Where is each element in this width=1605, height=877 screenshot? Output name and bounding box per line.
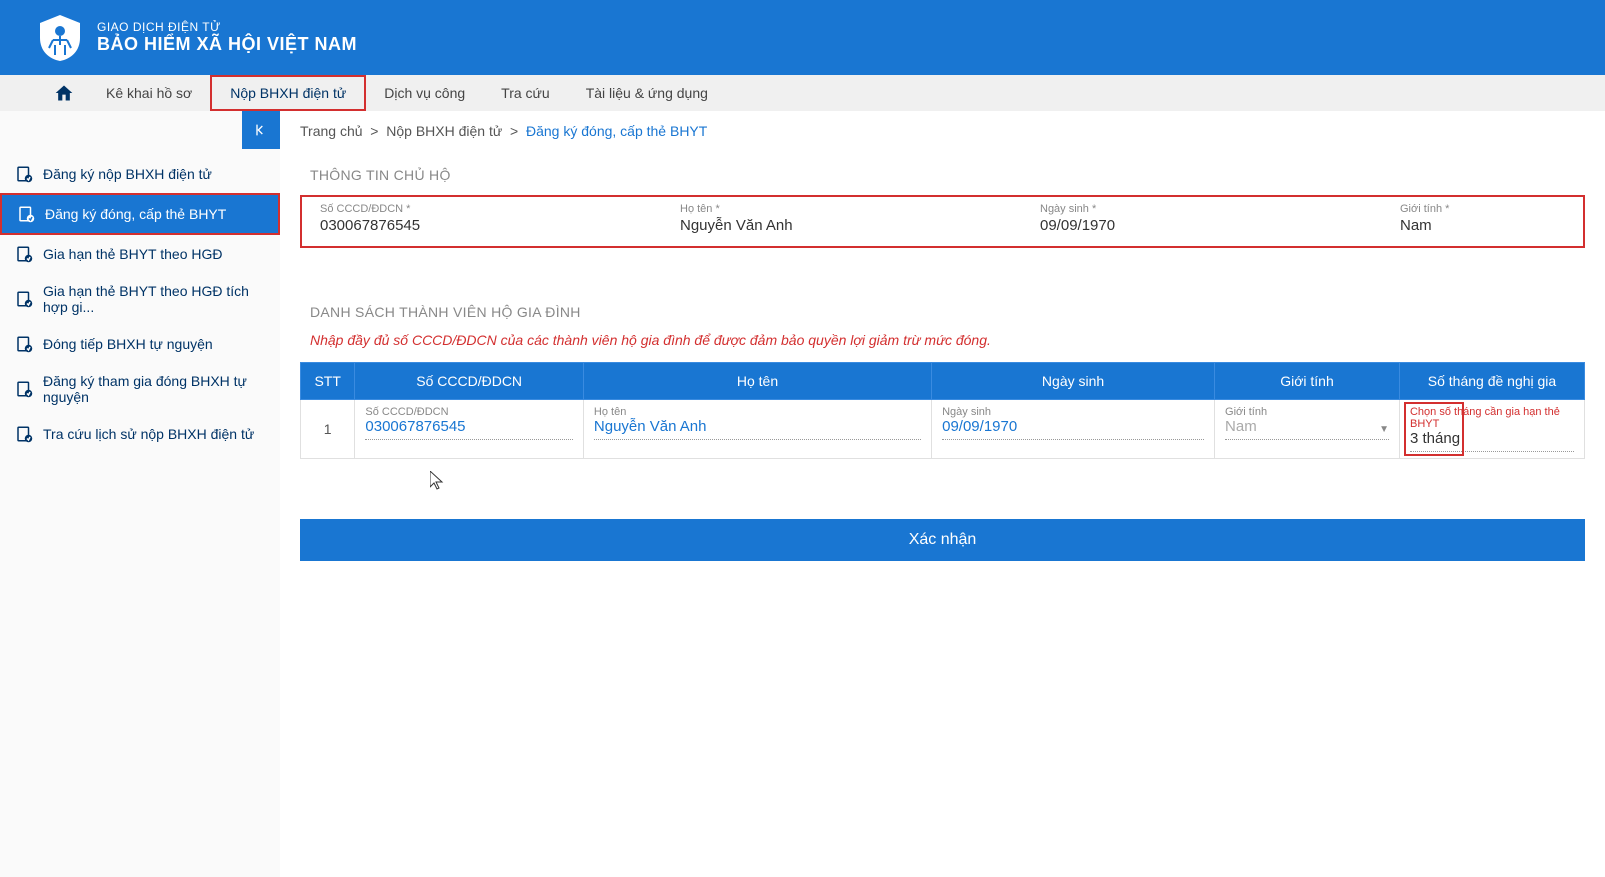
dob-input[interactable]: 09/09/1970 (942, 418, 1204, 440)
owner-cccd-value: 030067876545 (320, 217, 664, 234)
th-gender: Giới tính (1215, 363, 1400, 400)
members-section-title: DANH SÁCH THÀNH VIÊN HỘ GIA ĐÌNH (280, 288, 1605, 332)
chevron-down-icon: ▼ (1379, 424, 1389, 435)
nav-nop-bhxh[interactable]: Nộp BHXH điện tử (210, 75, 366, 111)
owner-cccd-field: Số CCCD/ĐDCN * 030067876545 (312, 203, 672, 234)
th-cccd: Số CCCD/ĐDCN (355, 363, 584, 400)
th-stt: STT (301, 363, 355, 400)
sidebar-item-label: Đăng ký tham gia đóng BHXH tự nguyện (43, 373, 265, 405)
logo: GIAO DỊCH ĐIỆN TỬ BẢO HIỂM XÃ HỘI VIỆT N… (35, 13, 357, 63)
table-row: 1 Số CCCD/ĐDCN 030067876545 Họ tên Nguyễ… (301, 400, 1585, 459)
breadcrumb-home[interactable]: Trang chủ (300, 123, 363, 139)
sidebar-gia-han-hgd[interactable]: Gia hạn thẻ BHYT theo HGĐ (0, 235, 280, 273)
nav-dich-vu-cong[interactable]: Dịch vụ công (366, 75, 483, 111)
nav-ke-khai[interactable]: Kê khai hồ sơ (88, 75, 210, 111)
doc-icon (15, 245, 33, 263)
sidebar-dang-ky-nop[interactable]: Đăng ký nộp BHXH điện tử (0, 155, 280, 193)
cell-gender[interactable]: Giới tính Nam ▼ (1215, 400, 1400, 459)
shield-logo-icon (35, 13, 85, 63)
logo-text-small: GIAO DỊCH ĐIỆN TỬ (97, 20, 357, 34)
warning-text: Nhập đầy đủ số CCCD/ĐDCN của các thành v… (280, 332, 1605, 362)
doc-icon (15, 380, 33, 398)
sidebar-item-label: Tra cứu lịch sử nộp BHXH điện tử (43, 426, 254, 442)
th-dob: Ngày sinh (932, 363, 1215, 400)
confirm-button[interactable]: Xác nhận (300, 519, 1585, 561)
sidebar-dang-ky-dong[interactable]: Đăng ký đóng, cấp thẻ BHYT (0, 193, 280, 235)
owner-info-row: Số CCCD/ĐDCN * 030067876545 Họ tên * Ngu… (300, 195, 1585, 248)
name-input[interactable]: Nguyễn Văn Anh (594, 418, 921, 440)
sidebar-item-label: Đăng ký nộp BHXH điện tử (43, 166, 212, 182)
doc-icon (15, 425, 33, 443)
navbar: Kê khai hồ sơ Nộp BHXH điện tử Dịch vụ c… (0, 75, 1605, 111)
sidebar: Đăng ký nộp BHXH điện tử Đăng ký đóng, c… (0, 111, 280, 877)
doc-icon (15, 165, 33, 183)
months-select[interactable]: 3 tháng (1410, 430, 1574, 452)
header: GIAO DỊCH ĐIỆN TỬ BẢO HIỂM XÃ HỘI VIỆT N… (0, 0, 1605, 75)
sidebar-item-label: Đăng ký đóng, cấp thẻ BHYT (45, 206, 226, 222)
breadcrumb: Trang chủ > Nộp BHXH điện tử > Đăng ký đ… (280, 111, 1605, 151)
sidebar-gia-han-hgd-tich[interactable]: Gia hạn thẻ BHYT theo HGĐ tích hợp gi... (0, 273, 280, 325)
cell-months[interactable]: Chọn số tháng cần gia hạn thẻ BHYT 3 thá… (1399, 400, 1584, 459)
sidebar-tra-cuu-lich-su[interactable]: Tra cứu lịch sử nộp BHXH điện tử (0, 415, 280, 453)
doc-icon (15, 290, 33, 308)
sidebar-dong-tiep[interactable]: Đóng tiếp BHXH tự nguyện (0, 325, 280, 363)
th-months: Số tháng đề nghị gia (1399, 363, 1584, 400)
owner-gender-value: Nam (1400, 217, 1504, 234)
sidebar-dang-ky-tham-gia[interactable]: Đăng ký tham gia đóng BHXH tự nguyện (0, 363, 280, 415)
owner-dob-field: Ngày sinh * 09/09/1970 (1032, 203, 1392, 234)
logo-text-big: BẢO HIỂM XÃ HỘI VIỆT NAM (97, 34, 357, 55)
sidebar-item-label: Gia hạn thẻ BHYT theo HGĐ (43, 246, 223, 262)
nav-tai-lieu[interactable]: Tài liệu & ứng dụng (568, 75, 726, 111)
owner-section-title: THÔNG TIN CHỦ HỘ (280, 151, 1605, 195)
cell-cccd[interactable]: Số CCCD/ĐDCN 030067876545 (355, 400, 584, 459)
cell-stt: 1 (301, 400, 355, 459)
sidebar-collapse-button[interactable] (242, 111, 280, 149)
content-area: Trang chủ > Nộp BHXH điện tử > Đăng ký đ… (280, 111, 1605, 877)
members-table: STT Số CCCD/ĐDCN Họ tên Ngày sinh Giới t… (300, 362, 1585, 459)
gender-select[interactable]: Nam ▼ (1225, 418, 1389, 440)
owner-name-field: Họ tên * Nguyễn Văn Anh (672, 203, 1032, 234)
cell-dob[interactable]: Ngày sinh 09/09/1970 (932, 400, 1215, 459)
owner-dob-value: 09/09/1970 (1040, 217, 1384, 234)
doc-icon (15, 335, 33, 353)
owner-gender-field: Giới tính * Nam (1392, 203, 1512, 234)
cccd-input[interactable]: 030067876545 (365, 418, 573, 440)
sidebar-item-label: Gia hạn thẻ BHYT theo HGĐ tích hợp gi... (43, 283, 265, 315)
owner-name-value: Nguyễn Văn Anh (680, 217, 1024, 234)
breadcrumb-mid[interactable]: Nộp BHXH điện tử (386, 123, 502, 139)
nav-home-icon[interactable] (40, 75, 88, 111)
doc-icon (17, 205, 35, 223)
cell-name[interactable]: Họ tên Nguyễn Văn Anh (583, 400, 931, 459)
nav-tra-cuu[interactable]: Tra cứu (483, 75, 568, 111)
sidebar-item-label: Đóng tiếp BHXH tự nguyện (43, 336, 213, 352)
breadcrumb-current: Đăng ký đóng, cấp thẻ BHYT (526, 123, 707, 139)
th-name: Họ tên (583, 363, 931, 400)
